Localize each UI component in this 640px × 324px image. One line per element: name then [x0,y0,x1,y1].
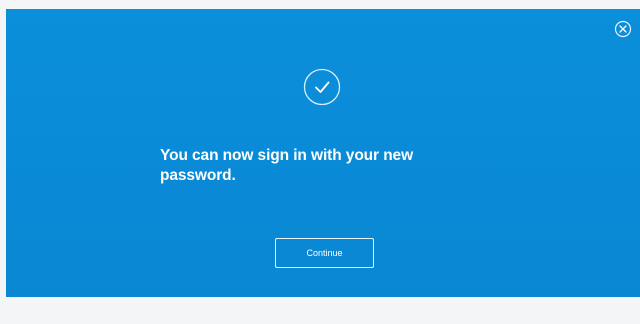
close-button[interactable] [614,20,632,38]
success-dialog: You can now sign in with your new passwo… [6,9,640,297]
success-message: You can now sign in with your new passwo… [160,147,414,184]
close-circle-icon [614,20,632,38]
checkmark-circle-icon [302,67,342,107]
continue-button[interactable]: Continue [275,238,374,268]
page: You can now sign in with your new passwo… [0,0,640,324]
